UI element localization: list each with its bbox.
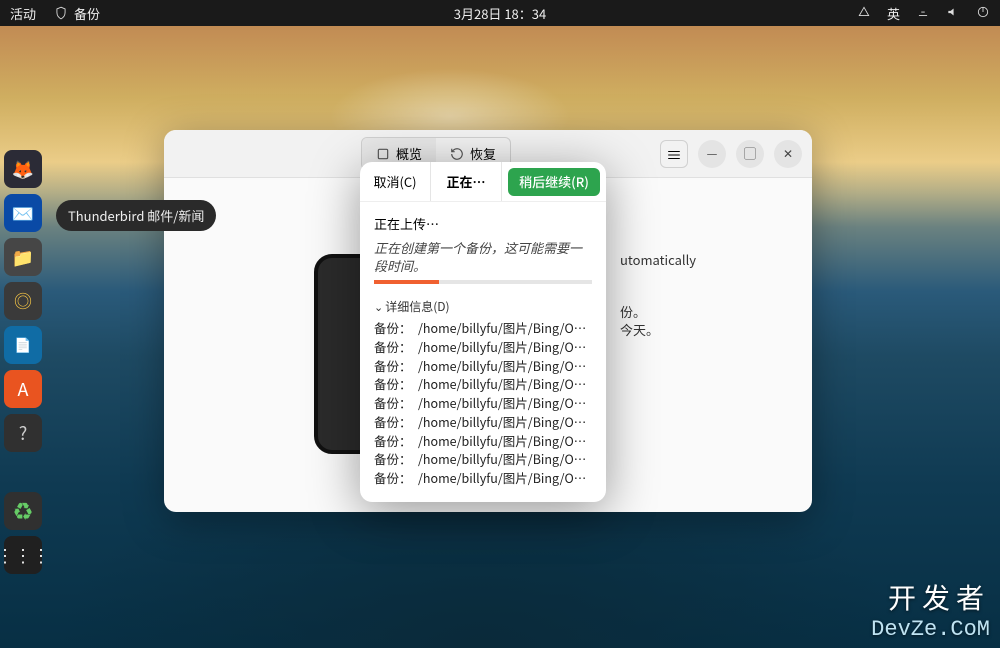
backup-file-row: 备份：/home/billyfu/图片/Bing/OHR.Cha xyxy=(374,432,592,451)
backup-row-path: /home/billyfu/图片/Bing/OHR.Che xyxy=(418,450,592,468)
dock-item-rhythmbox[interactable]: ◎ xyxy=(4,282,42,320)
progress-bar xyxy=(374,280,592,284)
dock-item-firefox[interactable]: 🦊 xyxy=(4,150,42,188)
backup-row-path: /home/billyfu/图片/Bing/OHR.Cap xyxy=(418,357,592,375)
active-app-label: 备份 xyxy=(74,4,100,23)
progress-fill xyxy=(374,280,439,284)
close-button[interactable]: ✕ xyxy=(774,140,802,168)
backup-file-row: 备份：/home/billyfu/图片/Bing/OHR.Clar xyxy=(374,469,592,488)
thunderbird-icon: ✉️ xyxy=(12,200,34,226)
backup-row-label: 备份： xyxy=(374,375,418,394)
backup-file-row: 备份：/home/billyfu/图片/Bing/OHR.Buc xyxy=(374,319,592,338)
music-icon: ◎ xyxy=(14,288,32,314)
dock-item-trash[interactable]: ♻ xyxy=(4,492,42,530)
folder-icon: 📁 xyxy=(12,244,34,270)
shield-icon xyxy=(54,6,68,20)
backup-file-row: 备份：/home/billyfu/图片/Bing/OHR.Cast xyxy=(374,394,592,413)
bg-text-suffix2: 今天。 xyxy=(620,320,812,339)
store-icon: A xyxy=(18,376,29,402)
watermark-line1: 开发者 xyxy=(871,577,990,617)
backup-row-label: 备份： xyxy=(374,432,418,451)
backup-file-row: 备份：/home/billyfu/图片/Bing/OHR.Cap xyxy=(374,357,592,376)
backup-row-label: 备份： xyxy=(374,469,418,488)
power-icon[interactable] xyxy=(976,4,990,23)
dock: 🦊 ✉️ 📁 ◎ 📄 A ? ♻ ⋮⋮⋮ xyxy=(4,150,44,574)
close-icon: ✕ xyxy=(783,145,793,162)
dock-item-writer[interactable]: 📄 xyxy=(4,326,42,364)
hamburger-icon: ≡ xyxy=(666,142,682,166)
overview-icon xyxy=(376,147,390,161)
backup-file-row: 备份：/home/billyfu/图片/Bing/OHR.Cap xyxy=(374,375,592,394)
uploading-label: 正在上传… xyxy=(374,214,592,233)
backup-row-label: 备份： xyxy=(374,394,418,413)
dock-item-files[interactable]: 📁 xyxy=(4,238,42,276)
backup-row-path: /home/billyfu/图片/Bing/OHR.Cap xyxy=(418,375,592,393)
bg-text-automatic: utomatically xyxy=(620,250,812,269)
firefox-icon: 🦊 xyxy=(12,156,34,182)
clock[interactable]: 3月28日 18：34 xyxy=(454,4,546,23)
restore-icon xyxy=(450,147,464,161)
first-backup-note: 正在创建第一个备份，这可能需要一段时间。 xyxy=(374,239,592,274)
dock-item-apps[interactable]: ⋮⋮⋮ xyxy=(4,536,42,574)
backup-progress-dialog: 取消(C) 正在… 稍后继续(R) 正在上传… 正在创建第一个备份，这可能需要一… xyxy=(360,162,606,502)
bg-text-suffix1: 份。 xyxy=(620,302,812,321)
network-icon[interactable] xyxy=(916,4,930,23)
dock-tooltip: Thunderbird 邮件/新闻 xyxy=(56,200,216,231)
tab-overview-label: 概览 xyxy=(396,144,422,163)
minimize-button[interactable]: — xyxy=(698,140,726,168)
trash-icon: ♻ xyxy=(14,498,32,524)
activities-button[interactable]: 活动 xyxy=(10,4,36,23)
backup-row-path: /home/billyfu/图片/Bing/OHR.Cha xyxy=(418,432,592,450)
dock-item-help[interactable]: ? xyxy=(4,414,42,452)
apps-grid-icon: ⋮⋮⋮ xyxy=(0,542,50,568)
backup-row-path: /home/billyfu/图片/Bing/OHR.Buc xyxy=(418,319,592,337)
ime-indicator[interactable]: 英 xyxy=(887,4,900,23)
help-icon: ? xyxy=(19,420,28,446)
backup-row-path: /home/billyfu/图片/Bing/OHR.Cam xyxy=(418,338,592,356)
dialog-title: 正在… xyxy=(431,162,502,201)
cancel-button[interactable]: 取消(C) xyxy=(360,162,431,201)
tray-icon[interactable] xyxy=(857,4,871,23)
backup-row-label: 备份： xyxy=(374,319,418,338)
active-app-indicator[interactable]: 备份 xyxy=(54,4,100,23)
minimize-icon: — xyxy=(707,145,718,162)
backup-row-label: 备份： xyxy=(374,338,418,357)
resume-later-button[interactable]: 稍后继续(R) xyxy=(508,168,600,196)
backup-file-row: 备份：/home/billyfu/图片/Bing/OHR.Cava xyxy=(374,413,592,432)
backup-row-path: /home/billyfu/图片/Bing/OHR.Cast xyxy=(418,394,592,412)
top-bar: 活动 备份 3月28日 18：34 英 xyxy=(0,0,1000,26)
watermark-line2: DevZe.CoM xyxy=(871,617,990,642)
watermark: 开发者 DevZe.CoM xyxy=(871,577,990,642)
backup-row-label: 备份： xyxy=(374,450,418,469)
document-icon: 📄 xyxy=(14,335,31,355)
menu-button[interactable]: ≡ xyxy=(660,140,688,168)
tab-restore-label: 恢复 xyxy=(470,144,496,163)
volume-icon[interactable] xyxy=(946,4,960,23)
dialog-header: 取消(C) 正在… 稍后继续(R) xyxy=(360,162,606,202)
backup-row-path: /home/billyfu/图片/Bing/OHR.Clar xyxy=(418,469,592,487)
backup-row-path: /home/billyfu/图片/Bing/OHR.Cava xyxy=(418,413,592,431)
maximize-button[interactable]: ▢ xyxy=(736,140,764,168)
details-expander[interactable]: 详细信息(D) xyxy=(374,298,592,315)
backup-file-list: 备份：/home/billyfu/图片/Bing/OHR.Buc备份：/home… xyxy=(374,319,592,488)
backup-row-label: 备份： xyxy=(374,357,418,376)
dock-item-thunderbird[interactable]: ✉️ xyxy=(4,194,42,232)
backup-file-row: 备份：/home/billyfu/图片/Bing/OHR.Cam xyxy=(374,338,592,357)
dock-item-software[interactable]: A xyxy=(4,370,42,408)
backup-row-label: 备份： xyxy=(374,413,418,432)
backup-file-row: 备份：/home/billyfu/图片/Bing/OHR.Che xyxy=(374,450,592,469)
maximize-icon: ▢ xyxy=(744,145,756,162)
